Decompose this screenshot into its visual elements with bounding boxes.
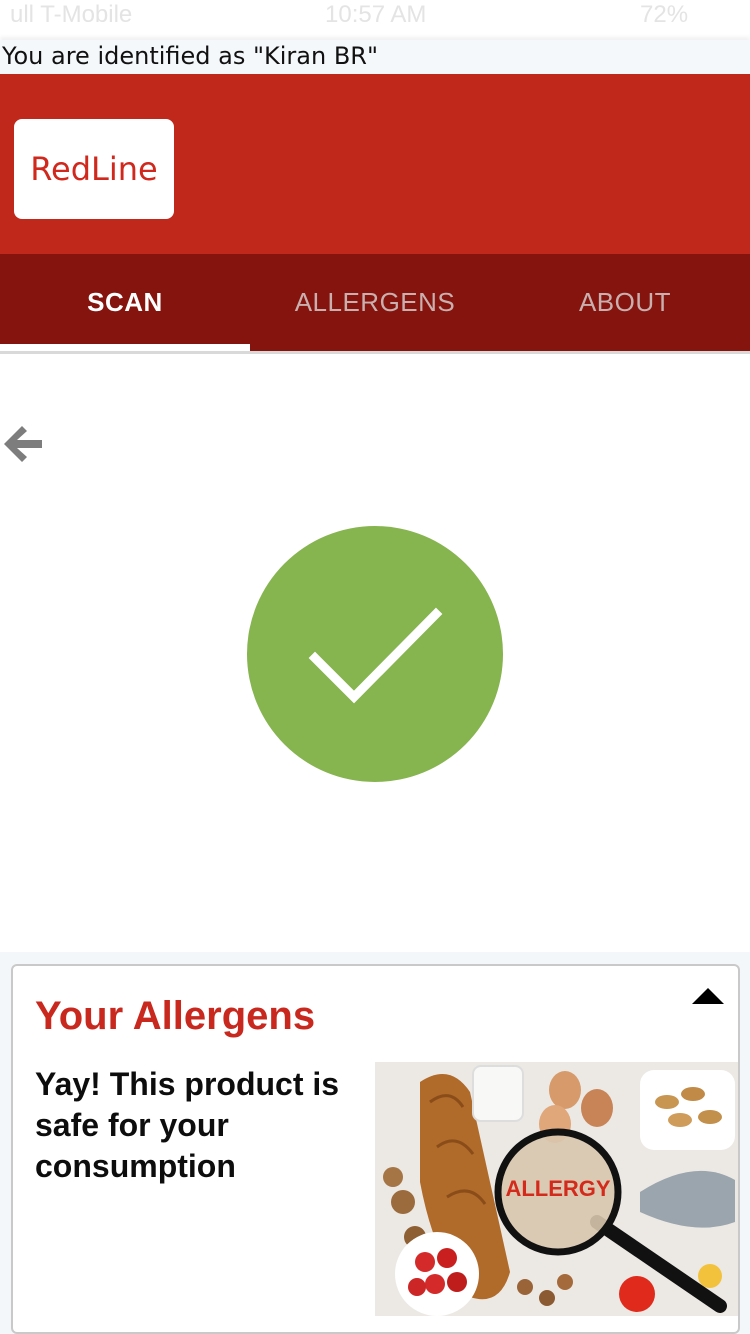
checkmark-icon [247,526,503,782]
tab-allergens[interactable]: ALLERGENS [250,254,500,351]
triangle-up-icon [692,988,724,1004]
tabs-divider [0,351,750,354]
identity-label: You are identified as "Kiran BR" [2,42,379,70]
safe-message: Yay! This product is safe for your consu… [35,1066,340,1184]
carrier-label: ull T-Mobile [10,1,133,28]
status-bar: ull T-Mobile 10:57 AM 72% [0,0,750,40]
identity-bar: You are identified as "Kiran BR" [0,40,750,74]
battery-label: 72% [640,1,689,28]
active-tab-indicator [0,344,250,351]
tab-scan[interactable]: SCAN [0,254,250,351]
arrow-left-icon [4,426,42,462]
panel-title: Your Allergens [35,994,316,1038]
collapse-panel-button[interactable] [690,984,726,1008]
tab-about[interactable]: ABOUT [500,254,750,351]
tab-bar: SCAN ALLERGENS ABOUT [0,254,750,351]
safe-status-indicator [247,526,503,782]
allergy-image-label: ALLERGY [505,1176,610,1201]
redline-logo: RedLine [14,119,174,219]
back-button[interactable] [0,420,48,470]
app-header: RedLine [0,74,750,254]
allergy-illustration: ALLERGY [375,1062,738,1316]
allergens-panel: Your Allergens Yay! This product is safe… [11,964,740,1334]
status-time: 10:57 AM [325,1,427,28]
logo-text: RedLine [30,150,157,188]
